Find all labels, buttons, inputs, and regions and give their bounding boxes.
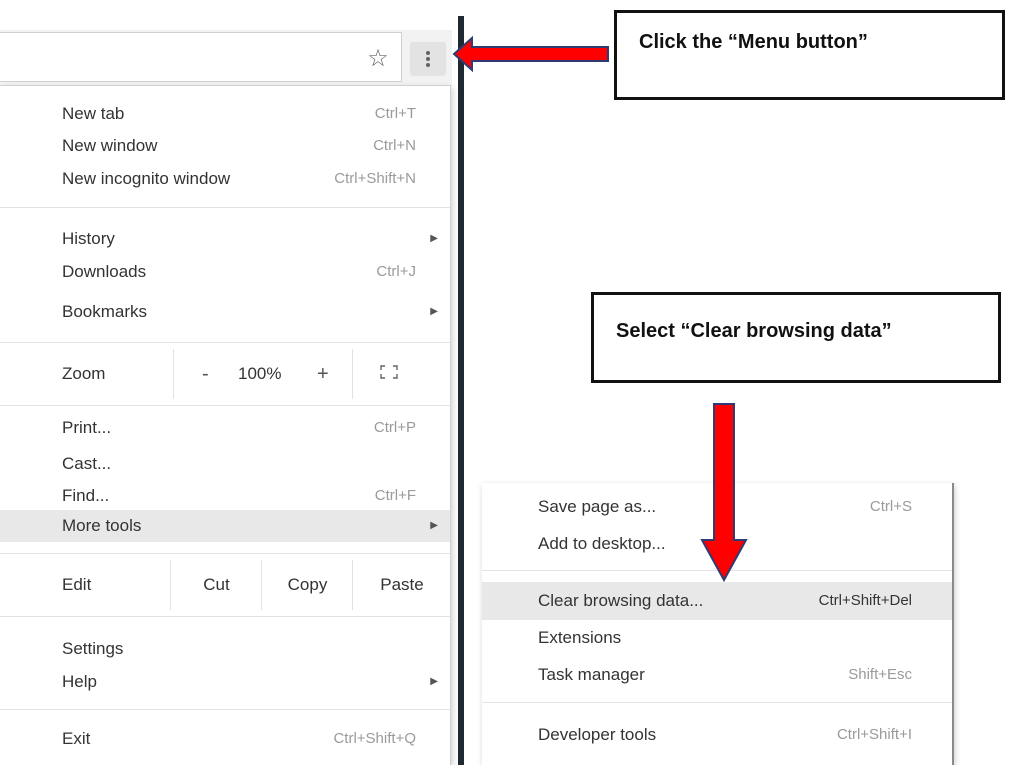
- menu-separator: [0, 342, 450, 343]
- menu-item-shortcut: Shift+Esc: [848, 666, 912, 683]
- menu-item-label: Exit: [62, 729, 91, 748]
- submenu-arrow-icon: ▶: [430, 676, 438, 687]
- zoom-label: Zoom: [62, 364, 106, 383]
- menu-separator: [0, 709, 450, 710]
- menu-item-shortcut: Ctrl+F: [374, 487, 416, 504]
- paste-button[interactable]: Paste: [352, 560, 451, 610]
- menu-item-print[interactable]: Print... Ctrl+P: [0, 412, 450, 444]
- vertical-dots-icon: [426, 63, 430, 67]
- callout-clear-browsing-data: Select “Clear browsing data”: [591, 292, 1001, 383]
- menu-item-new-tab[interactable]: New tab Ctrl+T: [0, 98, 450, 130]
- menu-item-label: Cast...: [62, 454, 112, 473]
- paste-label: Paste: [380, 575, 424, 594]
- menu-item-label: Developer tools: [538, 725, 657, 744]
- callout-text: Click the “Menu button”: [639, 31, 868, 53]
- arrow-left-shape: [452, 35, 609, 73]
- menu-item-label: New incognito window: [62, 169, 231, 188]
- menu-item-shortcut: Ctrl+Shift+Q: [333, 730, 416, 747]
- window-edge: [458, 16, 464, 765]
- menu-item-bookmarks[interactable]: Bookmarks ▶: [0, 296, 450, 328]
- zoom-row: Zoom - 100% +: [0, 349, 450, 399]
- fullscreen-icon[interactable]: [380, 365, 398, 379]
- menu-item-new-incognito-window[interactable]: New incognito window Ctrl+Shift+N: [0, 163, 450, 195]
- submenu-arrow-icon: ▶: [430, 520, 438, 531]
- submenu-item-task-manager[interactable]: Task manager Shift+Esc: [482, 657, 952, 693]
- submenu-item-extensions[interactable]: Extensions: [482, 620, 952, 656]
- menu-item-shortcut: Ctrl+Shift+N: [334, 170, 416, 187]
- edit-row: Edit Cut Copy Paste: [0, 560, 450, 610]
- menu-separator: [482, 702, 952, 703]
- menu-item-label: Help: [62, 672, 97, 691]
- submenu-item-developer-tools[interactable]: Developer tools Ctrl+Shift+I: [482, 717, 952, 753]
- menu-item-label: Settings: [62, 639, 124, 658]
- zoom-out-button[interactable]: -: [202, 349, 209, 399]
- menu-item-label: Print...: [62, 418, 112, 437]
- menu-item-shortcut: Ctrl+S: [869, 498, 912, 515]
- bookmark-star-icon[interactable]: ☆: [364, 44, 392, 72]
- copy-label: Copy: [287, 575, 328, 594]
- menu-item-shortcut: Ctrl+T: [374, 105, 416, 122]
- menu-item-cast[interactable]: Cast...: [0, 448, 450, 480]
- menu-item-settings[interactable]: Settings: [0, 633, 450, 665]
- menu-item-label: Clear browsing data...: [538, 591, 704, 610]
- arrow-down-shape: [700, 403, 748, 583]
- menu-item-history[interactable]: History ▶: [0, 223, 450, 255]
- menu-item-label: Task manager: [538, 665, 645, 684]
- menu-item-shortcut: Ctrl+P: [373, 419, 416, 436]
- menu-item-shortcut: Ctrl+Shift+Del: [818, 592, 912, 609]
- menu-item-exit[interactable]: Exit Ctrl+Shift+Q: [0, 723, 450, 755]
- menu-item-shortcut: Ctrl+J: [376, 263, 416, 280]
- menu-separator: [0, 405, 450, 406]
- menu-separator: [0, 553, 450, 554]
- zoom-in-button[interactable]: +: [317, 349, 329, 399]
- submenu-arrow-icon: ▶: [430, 233, 438, 244]
- vertical-dots-icon: [426, 57, 430, 61]
- menu-item-shortcut: Ctrl+Shift+I: [836, 726, 912, 743]
- menu-item-more-tools[interactable]: More tools ▶: [0, 510, 450, 542]
- menu-item-downloads[interactable]: Downloads Ctrl+J: [0, 256, 450, 288]
- vertical-dots-icon: [426, 51, 430, 55]
- zoom-level: 100%: [238, 364, 282, 383]
- menu-item-new-window[interactable]: New window Ctrl+N: [0, 130, 450, 162]
- callout-text: Select “Clear browsing data”: [616, 320, 892, 342]
- menu-item-label: Extensions: [538, 628, 622, 647]
- callout-menu-button: Click the “Menu button”: [614, 10, 1005, 100]
- menu-item-label: Save page as...: [538, 497, 657, 516]
- submenu-item-clear-browsing-data[interactable]: Clear browsing data... Ctrl+Shift+Del: [482, 582, 952, 620]
- submenu-arrow-icon: ▶: [430, 306, 438, 317]
- arrow-down-icon: [700, 403, 748, 583]
- chrome-main-menu: New tab Ctrl+T New window Ctrl+N New inc…: [0, 86, 451, 765]
- arrow-left-icon: [452, 35, 609, 73]
- menu-item-label: History: [62, 229, 115, 248]
- menu-separator: [0, 207, 450, 208]
- menu-item-label: Bookmarks: [62, 302, 148, 321]
- menu-item-label: New tab: [62, 104, 125, 123]
- menu-item-label: Downloads: [62, 262, 147, 281]
- menu-item-shortcut: Ctrl+N: [373, 137, 416, 154]
- cut-button[interactable]: Cut: [170, 560, 262, 610]
- menu-item-find[interactable]: Find... Ctrl+F: [0, 480, 450, 512]
- edit-label: Edit: [62, 575, 92, 594]
- menu-item-label: Add to desktop...: [538, 534, 666, 553]
- menu-button[interactable]: [410, 42, 446, 76]
- zoom-divider: [352, 349, 353, 399]
- menu-item-label: New window: [62, 136, 158, 155]
- cut-label: Cut: [203, 575, 230, 594]
- menu-separator: [0, 616, 450, 617]
- copy-button[interactable]: Copy: [261, 560, 353, 610]
- zoom-divider: [173, 349, 174, 399]
- address-bar[interactable]: [0, 32, 402, 82]
- menu-item-label: Find...: [62, 486, 110, 505]
- menu-item-label: More tools: [62, 516, 142, 535]
- menu-item-help[interactable]: Help ▶: [0, 666, 450, 698]
